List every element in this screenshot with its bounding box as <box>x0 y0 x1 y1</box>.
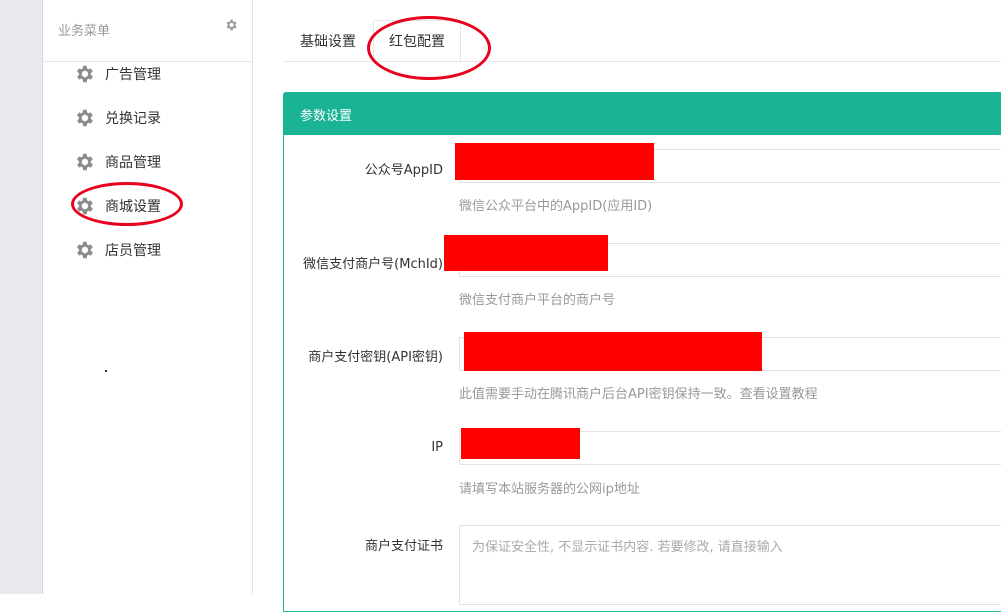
help-text-mchid: 微信支付商户平台的商户号 <box>459 293 616 308</box>
gear-icon[interactable] <box>224 18 238 32</box>
sidebar-item-label: 商城设置 <box>105 199 161 215</box>
redaction-block <box>444 235 608 271</box>
help-text-api-key: 此值需要手动在腾讯商户后台API密钥保持一致。查看设置教程 <box>459 387 818 402</box>
help-text-ip: 请填写本站服务器的公网ip地址 <box>459 482 640 497</box>
sidebar-item-label: 店员管理 <box>105 243 161 259</box>
panel-title: 参数设置 <box>284 93 1001 135</box>
sidebar-item-label: 商品管理 <box>105 155 161 171</box>
tab-redpacket-config[interactable]: 红包配置 <box>373 20 461 62</box>
tab-basic-settings[interactable]: 基础设置 <box>283 20 373 62</box>
gear-icon <box>77 153 93 171</box>
sidebar: 业务菜单 广告管理 兑换记录 商品管理 商城设置 店员管理 <box>43 0 253 594</box>
sidebar-item-label: 兑换记录 <box>105 111 161 127</box>
help-text-appid: 微信公众平台中的AppID(应用ID) <box>459 199 653 214</box>
sidebar-item-label: 广告管理 <box>105 67 161 83</box>
gear-icon <box>77 241 93 259</box>
field-label-cert: 商户支付证书 <box>364 539 443 554</box>
sidebar-title: 业务菜单 <box>58 24 111 39</box>
field-label-ip: IP <box>431 440 443 455</box>
left-nav-strip <box>0 0 43 594</box>
sidebar-item-ads[interactable]: 广告管理 <box>73 60 233 88</box>
sidebar-item-exchange[interactable]: 兑换记录 <box>73 104 233 132</box>
redaction-block <box>461 428 580 459</box>
stray-dot <box>105 370 107 372</box>
tabs-divider <box>283 61 1001 62</box>
field-label-api-key: 商户支付密钥(API密钥) <box>308 350 443 365</box>
sidebar-header: 业务菜单 <box>43 0 252 62</box>
field-label-appid: 公众号AppID <box>364 163 443 178</box>
sidebar-item-products[interactable]: 商品管理 <box>73 148 233 176</box>
gear-icon <box>77 109 93 127</box>
gear-icon <box>77 197 93 215</box>
gear-icon <box>77 65 93 83</box>
redaction-block <box>464 332 762 371</box>
cert-textarea[interactable]: 为保证安全性, 不显示证书内容. 若要修改, 请直接输入 <box>459 525 1001 605</box>
sidebar-item-mall-settings[interactable]: 商城设置 <box>73 192 233 220</box>
redaction-block <box>455 143 654 180</box>
field-label-mchid: 微信支付商户号(MchId) <box>303 257 443 272</box>
sidebar-item-staff[interactable]: 店员管理 <box>73 236 233 264</box>
